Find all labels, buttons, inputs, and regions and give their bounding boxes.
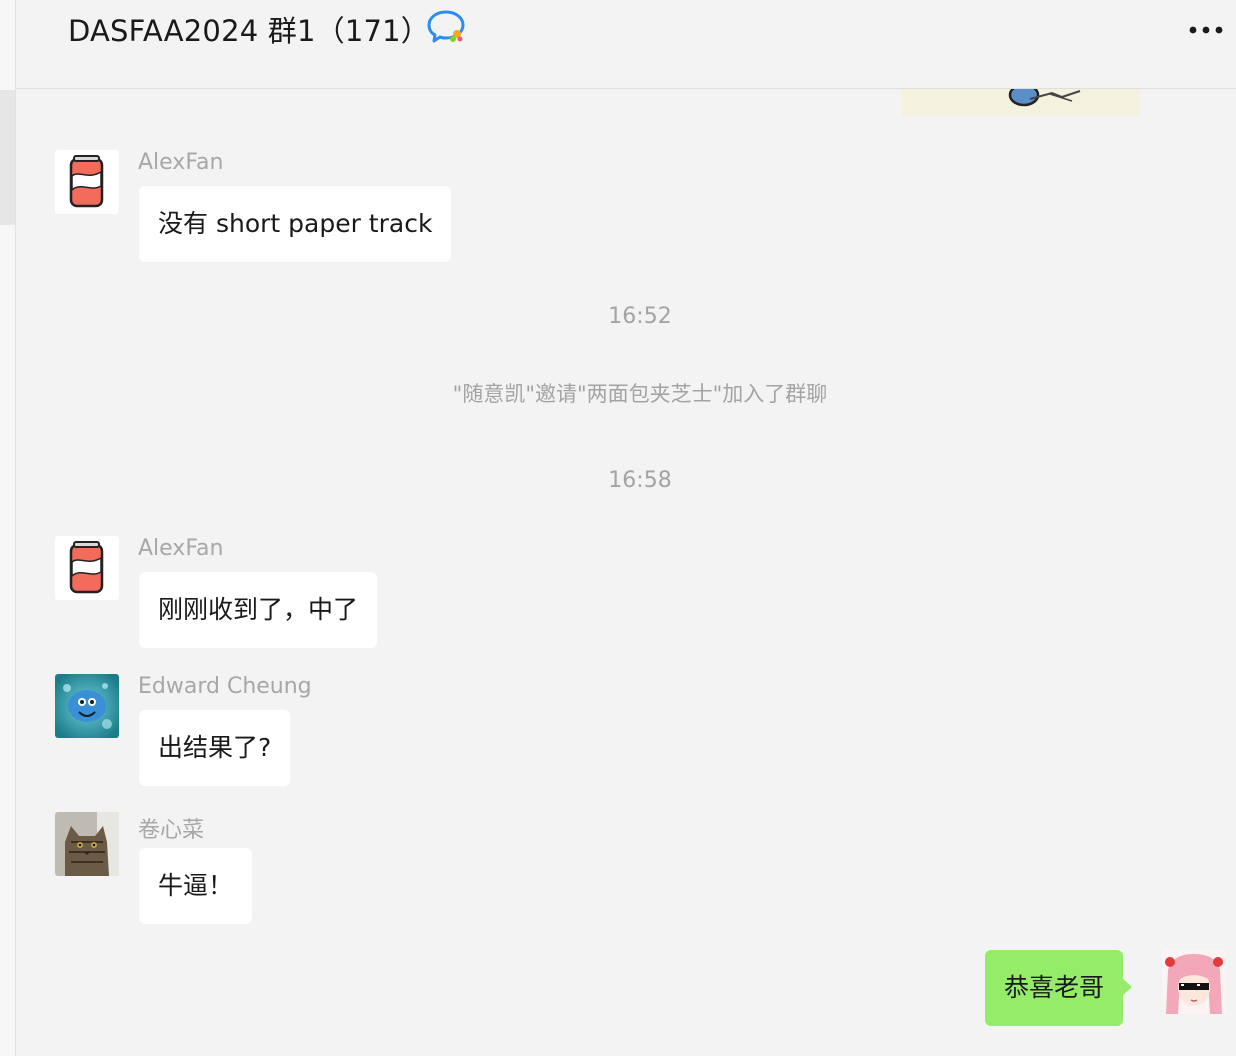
- chat-title: DASFAA2024 群1（171）: [68, 14, 430, 48]
- system-message: "随意凯"邀请"两面包夹芝士"加入了群聊: [452, 382, 828, 406]
- sender-name: AlexFan: [138, 150, 224, 175]
- sticker-image: [1008, 83, 1081, 107]
- sender-name: Edward Cheung: [138, 674, 312, 699]
- message-timestamp: 16:58: [608, 468, 672, 493]
- cat-avatar[interactable]: [55, 812, 119, 876]
- sender-name: 卷心菜: [138, 818, 205, 843]
- message-bubble[interactable]: 没有 short paper track: [139, 186, 452, 262]
- group-chat-icon[interactable]: [426, 8, 466, 46]
- soda-can-avatar[interactable]: [55, 536, 119, 600]
- left-scrollbar[interactable]: [0, 90, 15, 225]
- anime-girl-avatar[interactable]: [1162, 950, 1226, 1014]
- self-message-bubble[interactable]: 恭喜老哥: [985, 950, 1133, 1026]
- message-bubble[interactable]: 牛逼！: [139, 848, 253, 924]
- message-bubble[interactable]: 刚刚收到了，中了: [139, 572, 378, 648]
- sticker-message-partial[interactable]: [902, 83, 1140, 116]
- chat-header: DASFAA2024 群1（171）: [16, 0, 1236, 89]
- message-timestamp: 16:52: [608, 304, 672, 329]
- chat-window: DASFAA2024 群1（171） AlexFan 没有 short pape…: [0, 0, 1236, 1056]
- message-bubble[interactable]: 出结果了?: [139, 710, 291, 786]
- blue-creature-avatar[interactable]: [55, 674, 119, 738]
- sender-name: AlexFan: [138, 536, 224, 561]
- soda-can-avatar[interactable]: [55, 150, 119, 214]
- more-dots-icon[interactable]: [1186, 20, 1226, 40]
